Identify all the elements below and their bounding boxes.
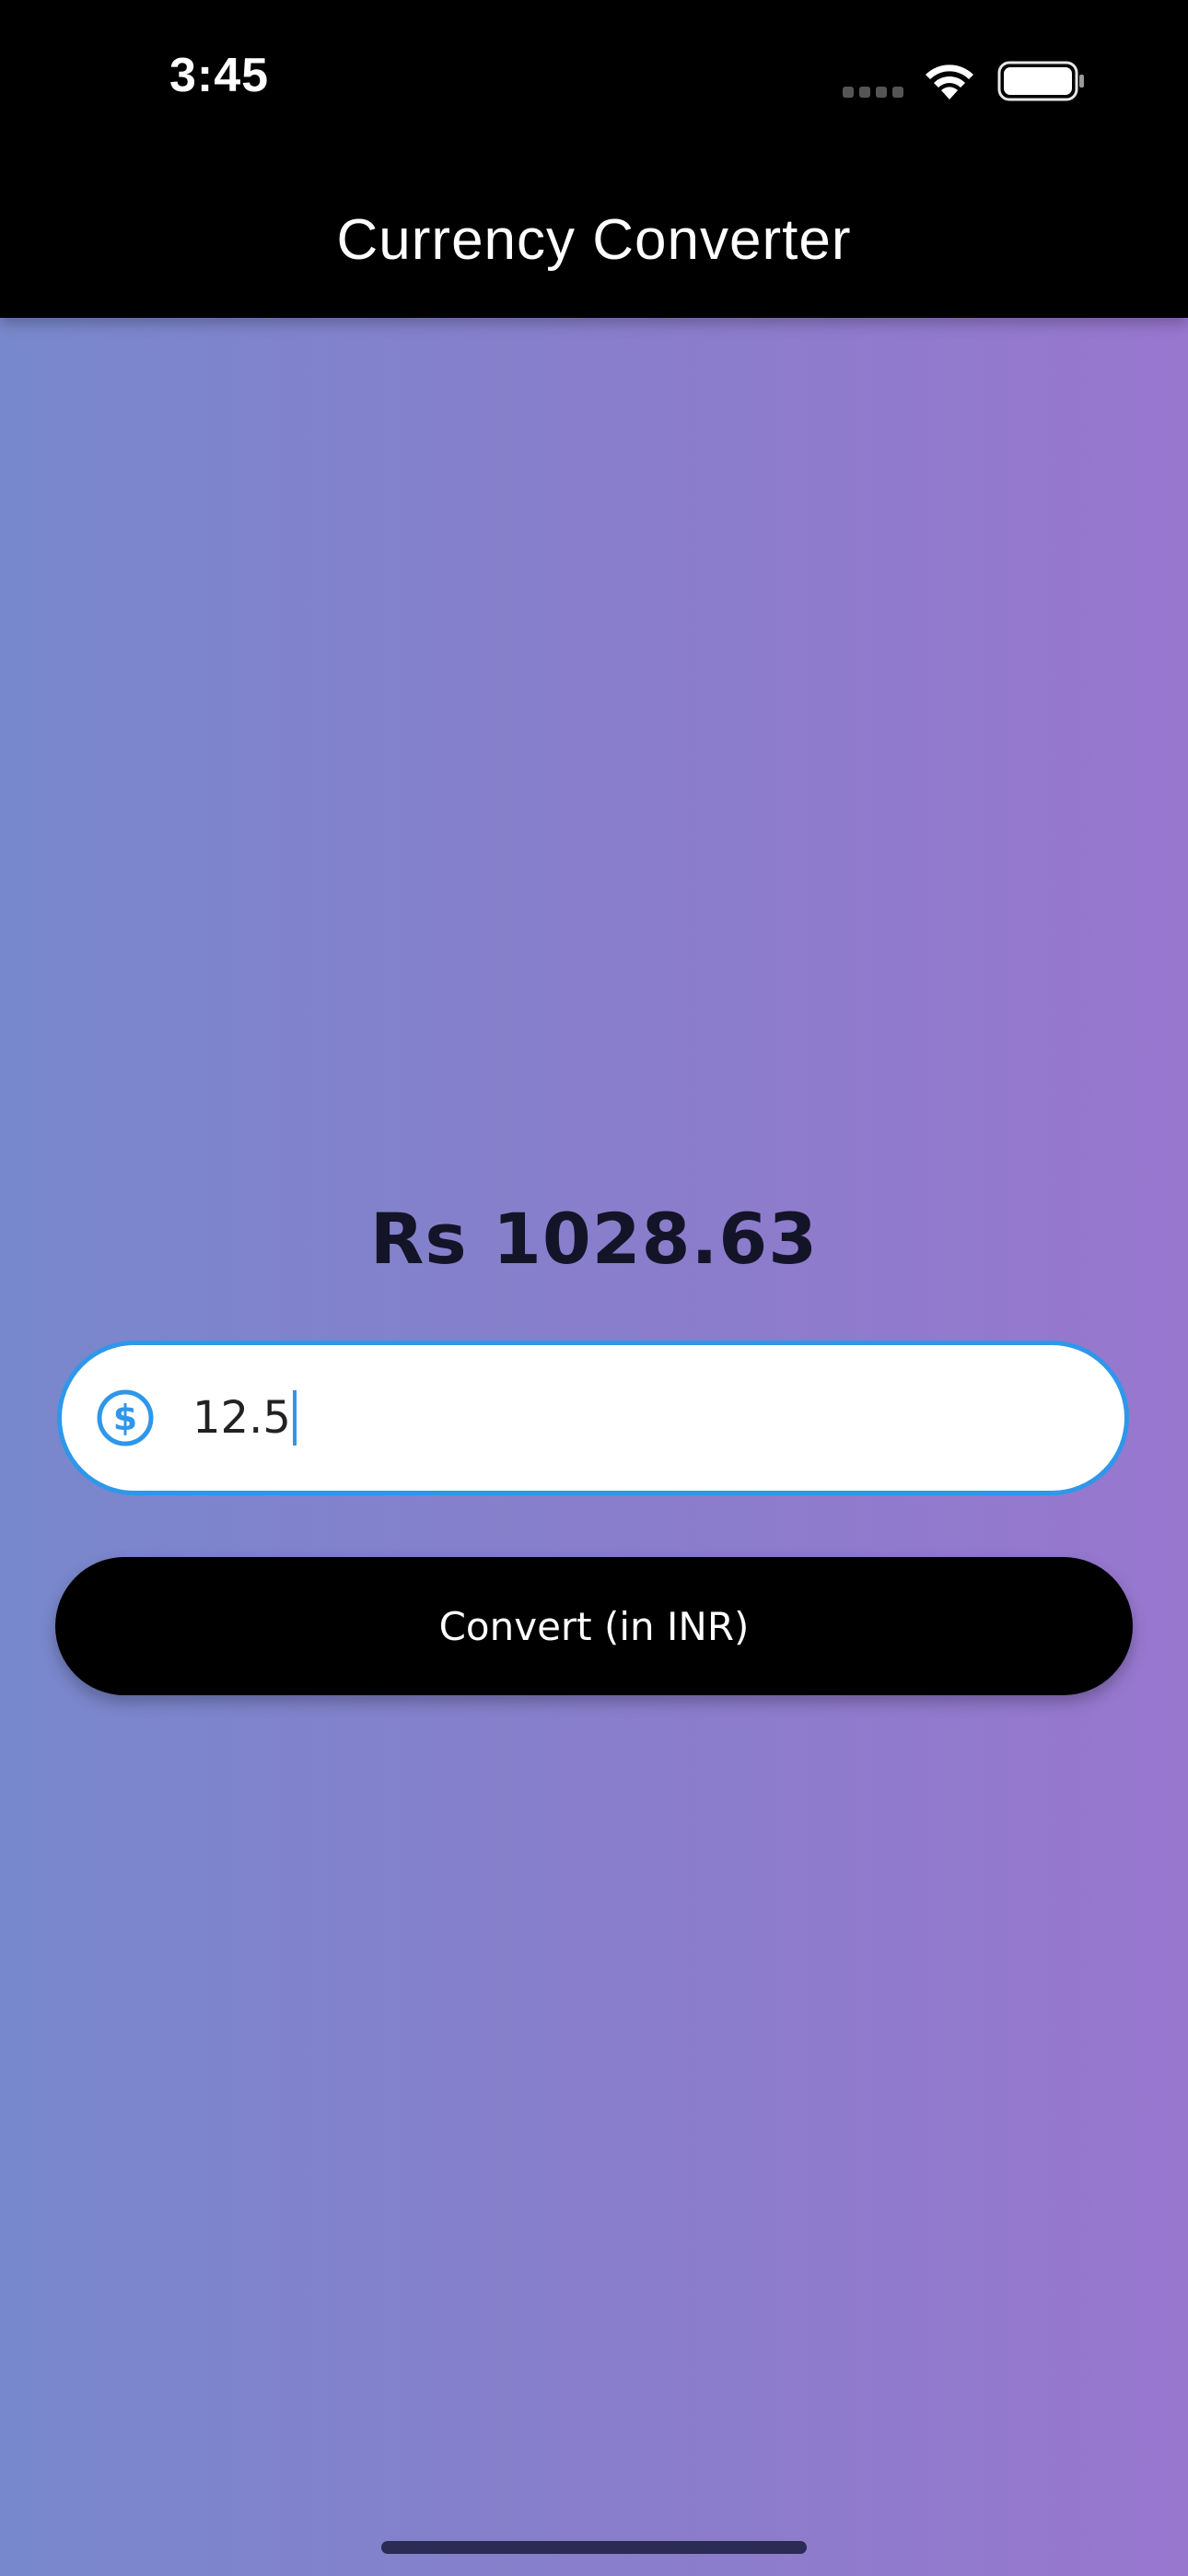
battery-icon [997, 61, 1084, 101]
conversion-result: Rs 1028.63 [369, 1198, 819, 1280]
amount-input-value: 12.5 [192, 1392, 291, 1444]
home-indicator[interactable] [381, 2541, 807, 2554]
text-cursor [292, 1390, 297, 1446]
amount-field[interactable]: $ 12.5 [57, 1341, 1129, 1495]
cellular-signal-icon [843, 87, 903, 98]
status-bar: 3:45 [0, 0, 1188, 157]
status-time: 3:45 [169, 49, 270, 102]
convert-button[interactable]: Convert (in INR) [55, 1557, 1133, 1695]
app-title: Currency Converter [336, 208, 852, 272]
screen: 3:45 Currency Converter Rs 1028.63 $ 12.… [0, 0, 1188, 2576]
svg-text:$: $ [113, 1398, 137, 1438]
wifi-icon [926, 64, 973, 100]
convert-button-label: Convert (in INR) [438, 1603, 750, 1649]
app-bar: Currency Converter [0, 157, 1188, 318]
dollar-circle-icon: $ [97, 1389, 154, 1446]
amount-input[interactable]: 12.5 [192, 1390, 297, 1446]
